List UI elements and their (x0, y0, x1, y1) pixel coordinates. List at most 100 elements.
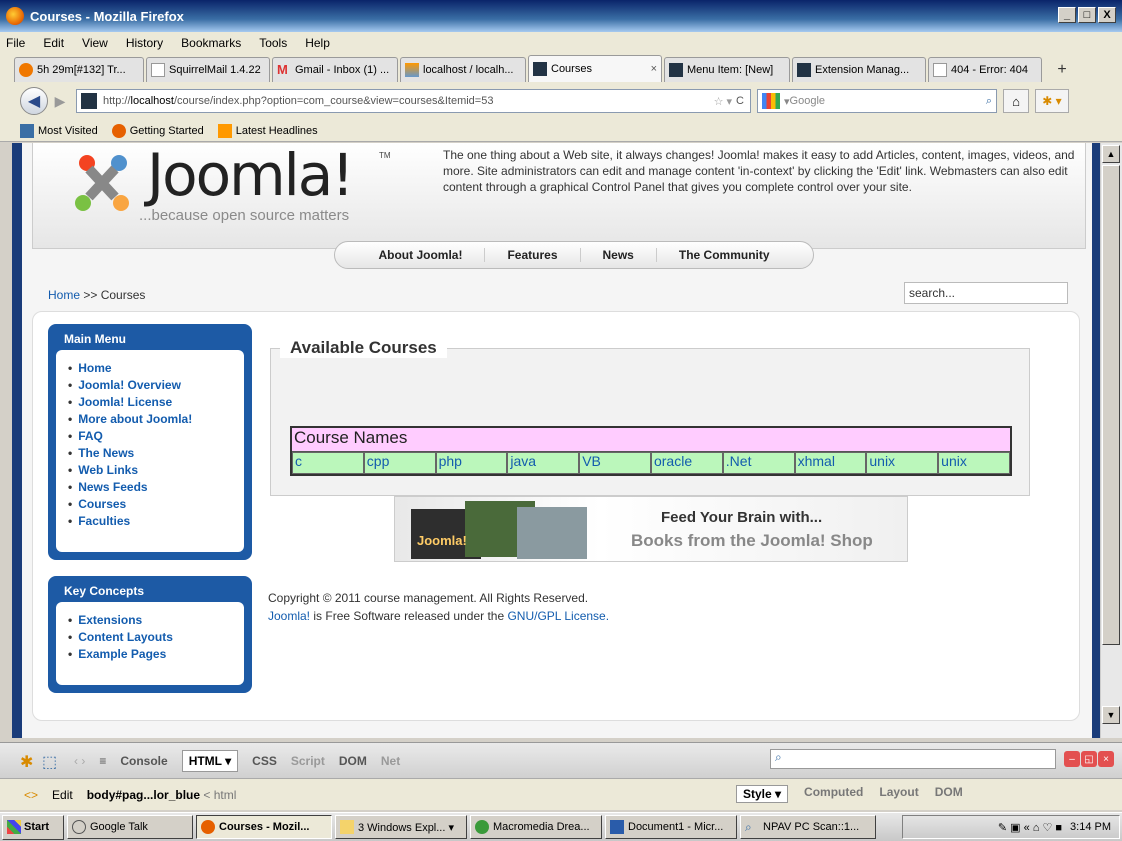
tray-icons[interactable]: ✎ ▣ « ⌂ ♡ ■ (998, 821, 1062, 834)
search-icon[interactable]: ⌕ (986, 95, 992, 108)
close-tab-icon[interactable]: × (643, 63, 657, 75)
menu-view[interactable]: View (82, 36, 108, 50)
firebug-detach-icon[interactable]: ◱ (1081, 751, 1097, 767)
menu-link-faq[interactable]: FAQ (68, 428, 244, 445)
url-bar[interactable]: http://localhost/course/index.php?option… (76, 89, 751, 113)
course-cell[interactable]: unix (866, 452, 939, 474)
firebug-tab-console[interactable]: Console (120, 754, 167, 768)
task-explorer[interactable]: 3 Windows Expl... ▾ (335, 815, 467, 839)
tab-courses[interactable]: Courses × (528, 55, 662, 82)
inspect-icon[interactable]: ⬚ (42, 752, 64, 771)
element-path[interactable]: body#pag...lor_blue < html (87, 788, 237, 802)
maximize-button[interactable]: □ (1078, 7, 1096, 23)
vertical-scrollbar[interactable]: ▲ ▼ (1100, 143, 1122, 738)
joomla-link[interactable]: Joomla! (268, 609, 310, 623)
course-cell[interactable]: php (435, 452, 508, 474)
nav-about-joomla[interactable]: About Joomla! (356, 248, 486, 262)
breadcrumb-home[interactable]: Home (48, 288, 80, 302)
firebug-tab-script[interactable]: Script (291, 754, 325, 768)
firebug-toolbar-button[interactable]: ✱ ▾ (1035, 89, 1069, 113)
firebug-tab-dom[interactable]: DOM (339, 754, 367, 768)
menu-link-extensions[interactable]: Extensions (68, 612, 244, 629)
firebug-minimize-icon[interactable]: – (1064, 751, 1080, 767)
tab-menu-item[interactable]: Menu Item: [New] (664, 57, 790, 82)
joomla-shop-banner[interactable]: Joomla! Feed Your Brain with... Books fr… (394, 496, 908, 562)
tab-gmail[interactable]: M Gmail - Inbox (1) ... (272, 57, 398, 82)
new-tab-button[interactable]: + (1050, 58, 1074, 82)
menu-history[interactable]: History (126, 36, 163, 50)
side-tab-style[interactable]: Style ▾ (736, 785, 789, 803)
course-cell[interactable]: xhmal (794, 452, 867, 474)
firebug-icon[interactable]: ✱ (20, 752, 42, 771)
menu-bookmarks[interactable]: Bookmarks (181, 36, 241, 50)
tab-phpmyadmin[interactable]: localhost / localh... (400, 57, 526, 82)
menu-link-web-links[interactable]: Web Links (68, 462, 244, 479)
menu-help[interactable]: Help (305, 36, 330, 50)
menu-link-faculties[interactable]: Faculties (68, 513, 244, 530)
task-word[interactable]: Document1 - Micr... (605, 815, 737, 839)
firebug-search-input[interactable]: ⌕ (770, 749, 1056, 769)
side-tab-layout[interactable]: Layout (879, 785, 918, 803)
nav-news[interactable]: News (581, 248, 657, 262)
menu-link-news[interactable]: The News (68, 445, 244, 462)
menu-edit[interactable]: Edit (43, 36, 64, 50)
tab-squirrelmail[interactable]: SquirrelMail 1.4.22 (146, 57, 270, 82)
task-npav[interactable]: ⌕ NPAV PC Scan::1... (740, 815, 876, 839)
menu-link-license[interactable]: Joomla! License (68, 394, 244, 411)
side-tab-dom[interactable]: DOM (935, 785, 963, 803)
site-search-input[interactable] (904, 282, 1068, 304)
nav-community[interactable]: The Community (657, 248, 792, 262)
bookmark-star-icon[interactable]: ☆ ▾ (714, 95, 732, 108)
edit-button[interactable]: Edit (52, 788, 73, 802)
course-cell[interactable]: c (292, 452, 364, 474)
firebug-tab-html[interactable]: HTML ▾ (181, 749, 239, 772)
menu-link-content-layouts[interactable]: Content Layouts (68, 629, 244, 646)
bookmark-latest-headlines[interactable]: Latest Headlines (217, 123, 318, 138)
course-cell[interactable]: oracle (650, 452, 723, 474)
menu-link-example-pages[interactable]: Example Pages (68, 646, 244, 663)
close-button[interactable]: X (1098, 7, 1116, 23)
bookmark-most-visited[interactable]: Most Visited (20, 123, 98, 138)
firebug-tab-net[interactable]: Net (381, 754, 400, 768)
expand-icon[interactable]: <> (24, 788, 38, 802)
bookmark-getting-started[interactable]: Getting Started (111, 123, 204, 138)
start-button[interactable]: Start (2, 814, 64, 840)
task-firefox[interactable]: Courses - Mozil... (196, 815, 332, 839)
tab-extension-manager[interactable]: Extension Manag... (792, 57, 926, 82)
books-image: Joomla! (411, 501, 587, 559)
scroll-thumb[interactable] (1102, 165, 1120, 645)
task-dreamweaver[interactable]: Macromedia Drea... (470, 815, 602, 839)
phpmyadmin-icon (405, 63, 419, 77)
menu-link-overview[interactable]: Joomla! Overview (68, 377, 244, 394)
list-icon[interactable]: ≡ (99, 754, 106, 768)
menu-link-home[interactable]: Home (68, 360, 244, 377)
firebug-tab-css[interactable]: CSS (252, 754, 277, 768)
scroll-down-arrow[interactable]: ▼ (1102, 706, 1120, 724)
tab-timer[interactable]: 5h 29m[#132] Tr... (14, 57, 144, 82)
home-button[interactable]: ⌂ (1003, 89, 1029, 113)
menu-link-more-about[interactable]: More about Joomla! (68, 411, 244, 428)
minimize-button[interactable]: _ (1058, 7, 1076, 23)
course-cell[interactable]: cpp (363, 452, 436, 474)
course-cell[interactable]: java (507, 452, 580, 474)
tab-404[interactable]: 404 - Error: 404 (928, 57, 1042, 82)
gpl-license-link[interactable]: GNU/GPL License. (507, 609, 609, 623)
search-engine-box[interactable]: ▾ Google ⌕ (757, 89, 997, 113)
nav-features[interactable]: Features (485, 248, 581, 262)
course-cell[interactable]: unix (938, 452, 1010, 474)
course-cell[interactable]: VB (579, 452, 651, 474)
course-cell[interactable]: .Net (722, 452, 795, 474)
back-button[interactable]: ◀ (20, 87, 48, 115)
firebug-close-icon[interactable]: × (1098, 751, 1114, 767)
side-tab-computed[interactable]: Computed (804, 785, 863, 803)
menu-file[interactable]: File (6, 36, 25, 50)
prev-arrow-icon[interactable]: ‹ › (74, 754, 85, 768)
forward-button[interactable]: ▶ (50, 90, 70, 112)
menu-link-courses[interactable]: Courses (68, 496, 244, 513)
joomla-logo[interactable]: Joomla! TM ...because open source matter… (67, 143, 407, 237)
reload-icon[interactable]: C (736, 95, 744, 107)
menu-link-news-feeds[interactable]: News Feeds (68, 479, 244, 496)
scroll-up-arrow[interactable]: ▲ (1102, 145, 1120, 163)
task-google-talk[interactable]: Google Talk (67, 815, 193, 839)
menu-tools[interactable]: Tools (259, 36, 287, 50)
